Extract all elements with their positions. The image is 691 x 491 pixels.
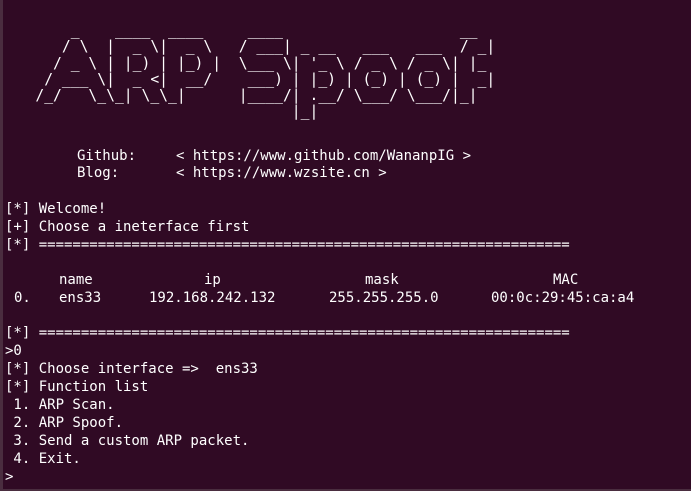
menu-item-arp-scan: 1. ARP Scan. xyxy=(5,397,115,413)
interface-table-header: name ip mask MAC xyxy=(0,271,691,289)
banner-line: / ___ \| _ <| __/ ___) | |_) | (_) | (_)… xyxy=(0,70,496,88)
column-header-name: name xyxy=(59,272,93,288)
function-list-heading: [*] Function list xyxy=(5,379,149,395)
github-label: Github: xyxy=(77,148,137,164)
terminal-window: { "banner": { "art_lines": [ " _ ____ __… xyxy=(0,0,691,491)
choose-interface-message: [+] Choose a ineterface first xyxy=(5,219,250,235)
banner-line: / \ | _ \| _ \ / ___| _ __ ___ ___ / _| xyxy=(0,38,496,56)
command-prompt[interactable]: > xyxy=(5,468,21,486)
menu-item-exit: 4. Exit. xyxy=(5,451,81,467)
banner-line: _ ____ ____ ____ __ xyxy=(0,22,478,39)
ascii-art-banner: _ ____ ____ ____ __ / \ | _ \| _ \ / ___… xyxy=(0,22,496,121)
prompt-symbol: > xyxy=(5,469,14,485)
menu-item-custom-packet: 3. Send a custom ARP packet. xyxy=(5,433,250,449)
blog-label: Blog: xyxy=(77,165,120,181)
github-value: < https://www.github.com/WananpIG > xyxy=(176,148,472,164)
interface-ip: 192.168.242.132 xyxy=(149,290,276,306)
welcome-message: [*] Welcome! xyxy=(5,201,107,217)
separator-top: [*] ====================================… xyxy=(5,237,570,253)
menu-item-arp-spoof: 2. ARP Spoof. xyxy=(5,415,124,431)
separator-bottom: [*] ====================================… xyxy=(5,325,570,341)
banner-line: |_| xyxy=(0,103,319,121)
banner-line: /_/ \_\_| \_\_| |____/| .__/ \___/ \___/… xyxy=(0,87,478,105)
column-header-mask: mask xyxy=(365,272,399,288)
chosen-interface-message: [*] Choose interface => ens33 xyxy=(5,361,258,377)
blog-value: < https://www.wzsite.cn > xyxy=(176,165,387,181)
interface-index: 0. xyxy=(14,290,31,306)
banner-line: / _ \ | |_) | |_) | \___ \| '_ \ / _ \ /… xyxy=(0,54,487,72)
user-input-interface: >0 xyxy=(5,343,22,359)
interface-mac: 00:0c:29:45:ca:a4 xyxy=(491,290,635,306)
interface-mask: 255.255.255.0 xyxy=(329,290,439,306)
column-header-ip: ip xyxy=(204,272,221,288)
column-header-mac: MAC xyxy=(553,272,579,288)
table-row: 0. ens33 192.168.242.132 255.255.255.0 0… xyxy=(0,289,691,307)
interface-name: ens33 xyxy=(59,290,102,306)
